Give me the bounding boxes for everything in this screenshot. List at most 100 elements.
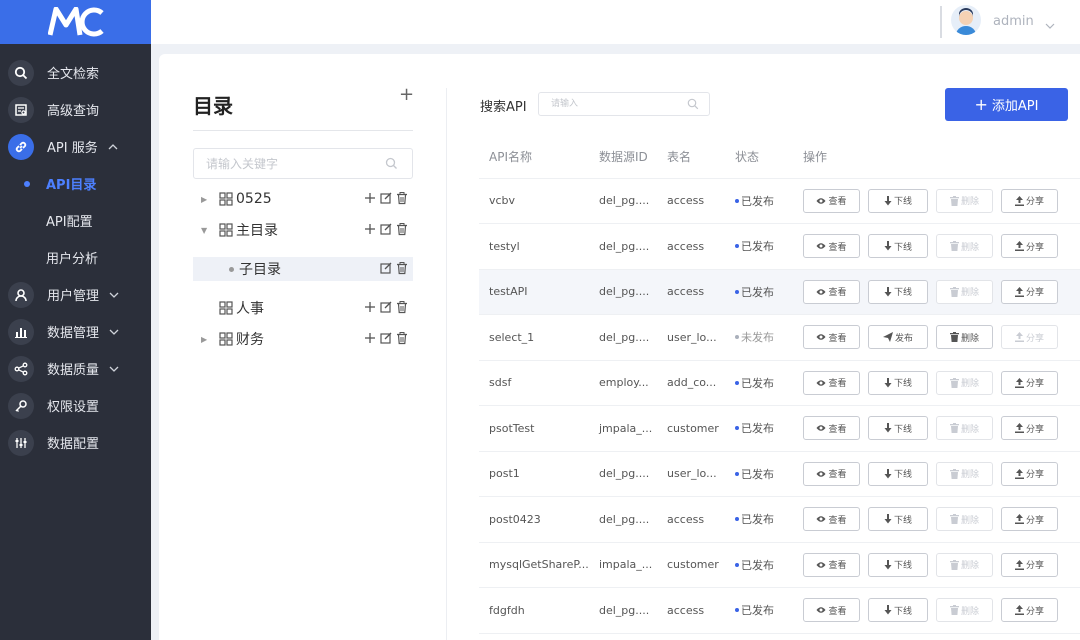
sidebar-item-api-service[interactable]: API 服务 xyxy=(0,128,151,165)
add-directory-button[interactable]: + xyxy=(399,84,414,105)
view-button[interactable]: 查看 xyxy=(803,461,860,486)
chevron-down-icon[interactable] xyxy=(1045,18,1055,33)
caret-right-icon[interactable]: ▶ xyxy=(201,195,213,204)
plus-icon[interactable] xyxy=(363,191,377,205)
tree-node-finance[interactable]: ▶ 财务 xyxy=(193,327,413,351)
api-name-cell[interactable]: select_1 xyxy=(479,314,589,361)
api-search-input[interactable] xyxy=(539,93,679,115)
delete-button[interactable]: 删除 xyxy=(936,507,993,532)
share-button[interactable]: 分享 xyxy=(1001,416,1058,441)
view-button[interactable]: 查看 xyxy=(803,234,860,259)
username[interactable]: admin xyxy=(993,14,1034,29)
delete-button[interactable]: 删除 xyxy=(936,325,993,350)
offline-button[interactable]: 下线 xyxy=(868,234,928,259)
share-button[interactable]: 分享 xyxy=(1001,461,1058,486)
offline-button[interactable]: 下线 xyxy=(868,507,928,532)
edit-icon[interactable] xyxy=(379,222,393,236)
api-name-cell[interactable]: testyl xyxy=(479,223,589,270)
view-button[interactable]: 查看 xyxy=(803,598,860,623)
view-button[interactable]: 查看 xyxy=(803,507,860,532)
sidebar-item-fulltext-search[interactable]: 全文检索 xyxy=(0,54,151,91)
delete-button[interactable]: 删除 xyxy=(936,416,993,441)
offline-button[interactable]: 下线 xyxy=(868,598,928,623)
table-row[interactable]: sdsf employ... add_co... 已发布 查看 下线 删除 分享 xyxy=(479,360,1080,406)
directory-search-input[interactable] xyxy=(194,149,364,178)
tree-node-hr[interactable]: 人事 xyxy=(193,296,413,320)
edit-icon[interactable] xyxy=(379,300,393,314)
api-name-cell[interactable]: vcbv xyxy=(479,178,589,224)
delete-button[interactable]: 删除 xyxy=(936,552,993,577)
table-row[interactable]: post0423 del_pg.... access 已发布 查看 下线 删除 分享 xyxy=(479,496,1080,543)
table-row[interactable]: mysqlGetShareP... impala_... customer 已发布 查看… xyxy=(479,542,1080,588)
plus-icon[interactable] xyxy=(363,300,377,314)
offline-button[interactable]: 下线 xyxy=(868,188,928,213)
publish-button[interactable]: 发布 xyxy=(868,325,928,350)
delete-button[interactable]: 删除 xyxy=(936,370,993,395)
edit-icon[interactable] xyxy=(379,191,393,205)
offline-button[interactable]: 下线 xyxy=(868,370,928,395)
tree-node-main[interactable]: ▼ 主目录 xyxy=(193,218,413,242)
sidebar-item-data-management[interactable]: 数据管理 xyxy=(0,313,151,350)
trash-icon[interactable] xyxy=(395,261,409,275)
view-button[interactable]: 查看 xyxy=(803,279,860,304)
sidebar-subitem-api-config[interactable]: API配置 xyxy=(0,202,151,239)
plus-icon[interactable] xyxy=(363,222,377,236)
logo[interactable] xyxy=(0,0,151,44)
delete-button[interactable]: 删除 xyxy=(936,234,993,259)
sidebar-item-data-quality[interactable]: 数据质量 xyxy=(0,350,151,387)
sidebar-item-permissions[interactable]: 权限设置 xyxy=(0,387,151,424)
delete-button[interactable]: 删除 xyxy=(936,279,993,304)
table-row[interactable]: psotTest jmpala_... customer 已发布 查看 下线 删除 分享 xyxy=(479,405,1080,452)
share-button[interactable]: 分享 xyxy=(1001,598,1058,623)
table-row[interactable]: select_1 del_pg.... user_lo... 未发布 查看 发布 删除 分享 xyxy=(479,314,1080,361)
edit-icon[interactable] xyxy=(379,331,393,345)
caret-down-icon[interactable]: ▼ xyxy=(201,226,213,235)
view-button[interactable]: 查看 xyxy=(803,552,860,577)
table-row[interactable]: fdgfdh del_pg.... access 已发布 查看 下线 删除 分享 xyxy=(479,587,1080,634)
sidebar-item-advanced-query[interactable]: 高级查询 xyxy=(0,91,151,128)
share-button[interactable]: 分享 xyxy=(1001,188,1058,213)
tree-node-0525[interactable]: ▶ 0525 xyxy=(193,187,413,211)
share-button[interactable]: 分享 xyxy=(1001,507,1058,532)
trash-icon[interactable] xyxy=(395,300,409,314)
share-button[interactable]: 分享 xyxy=(1001,552,1058,577)
sidebar-item-data-config[interactable]: 数据配置 xyxy=(0,424,151,461)
offline-button[interactable]: 下线 xyxy=(868,279,928,304)
sidebar-item-user-management[interactable]: 用户管理 xyxy=(0,276,151,313)
delete-button[interactable]: 删除 xyxy=(936,461,993,486)
plus-icon[interactable] xyxy=(363,331,377,345)
edit-icon[interactable] xyxy=(379,261,393,275)
search-icon[interactable] xyxy=(385,157,398,174)
view-button[interactable]: 查看 xyxy=(803,416,860,441)
api-name-cell[interactable]: post1 xyxy=(479,451,589,497)
share-button[interactable]: 分享 xyxy=(1001,325,1058,350)
view-button[interactable]: 查看 xyxy=(803,325,860,350)
delete-button[interactable]: 删除 xyxy=(936,598,993,623)
share-button[interactable]: 分享 xyxy=(1001,234,1058,259)
caret-right-icon[interactable]: ▶ xyxy=(201,335,213,344)
table-row[interactable]: post1 del_pg.... user_lo... 已发布 查看 下线 删除 分享 xyxy=(479,451,1080,497)
trash-icon[interactable] xyxy=(395,331,409,345)
table-row[interactable]: testyl del_pg.... access 已发布 查看 下线 删除 分享 xyxy=(479,223,1080,270)
api-name-cell[interactable]: sdsf xyxy=(479,360,589,406)
add-api-button[interactable]: + 添加API xyxy=(945,88,1068,121)
view-button[interactable]: 查看 xyxy=(803,370,860,395)
sidebar-subitem-user-analysis[interactable]: 用户分析 xyxy=(0,239,151,276)
share-button[interactable]: 分享 xyxy=(1001,279,1058,304)
delete-button[interactable]: 删除 xyxy=(936,188,993,213)
api-name-cell[interactable]: mysqlGetShareP... xyxy=(479,542,589,588)
table-row[interactable]: testAPI del_pg.... access 已发布 查看 下线 删除 分享 xyxy=(479,269,1080,315)
share-button[interactable]: 分享 xyxy=(1001,370,1058,395)
api-name-cell[interactable]: fdgfdh xyxy=(479,587,589,634)
api-name-cell[interactable]: testAPI xyxy=(479,269,589,315)
search-icon[interactable] xyxy=(687,98,699,114)
sidebar-subitem-api-catalog[interactable]: API目录 xyxy=(0,165,151,202)
tree-node-sub[interactable]: 子目录 xyxy=(193,257,413,281)
avatar[interactable] xyxy=(951,5,981,35)
offline-button[interactable]: 下线 xyxy=(868,552,928,577)
table-row[interactable]: vcbv del_pg.... access 已发布 查看 下线 删除 分享 xyxy=(479,178,1080,224)
offline-button[interactable]: 下线 xyxy=(868,416,928,441)
api-name-cell[interactable]: post0423 xyxy=(479,496,589,543)
api-name-cell[interactable]: psotTest xyxy=(479,405,589,452)
trash-icon[interactable] xyxy=(395,191,409,205)
